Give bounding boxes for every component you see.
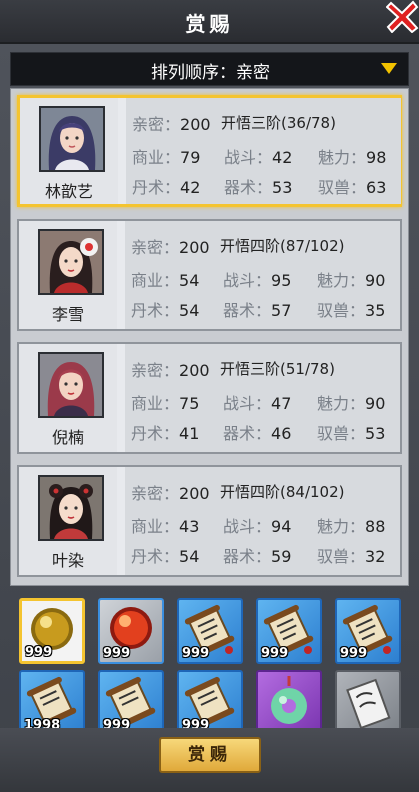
stat-combat: 战斗：47 (223, 394, 292, 413)
stat-alchemy: 丹术：41 (131, 424, 200, 443)
stat-combat: 战斗：95 (223, 271, 292, 290)
stat-beast-taming: 驭兽：63 (318, 178, 387, 197)
sort-dropdown[interactable]: 排列顺序：亲密 (10, 52, 409, 86)
stat-alchemy: 丹术：54 (131, 301, 200, 320)
stat-commerce: 商业：75 (131, 394, 200, 413)
item-count: 999 (103, 646, 131, 661)
gift-item-slot[interactable]: 999 (177, 598, 243, 664)
gift-item-slot[interactable]: 999 (19, 598, 85, 664)
enlightenment-stage: 开悟三阶(36/78) (221, 114, 336, 132)
intimacy-stat: 亲密：200 (132, 115, 211, 134)
character-name: 林歆艺 (44, 182, 93, 201)
paper-scroll-icon (346, 678, 391, 730)
character-identity: 李雪 (19, 221, 117, 329)
reward-button[interactable]: 赏赐 (159, 737, 261, 773)
stat-beast-taming: 驭兽：53 (317, 424, 386, 443)
character-name: 李雪 (51, 305, 84, 324)
gift-item-slot[interactable]: 999 (98, 598, 164, 664)
stat-commerce: 商业：79 (132, 148, 201, 167)
gift-item-slot[interactable]: 1998 (19, 670, 85, 736)
intimacy-stat: 亲密：200 (131, 361, 210, 380)
item-count: 999 (182, 646, 210, 661)
gift-item-slot[interactable]: 999 (177, 670, 243, 736)
stat-crafting: 器术：53 (224, 178, 293, 197)
character-portrait (38, 475, 104, 541)
character-name: 叶染 (51, 551, 84, 570)
stat-crafting: 器术：57 (223, 301, 292, 320)
intimacy-stat: 亲密：200 (131, 484, 210, 503)
character-list[interactable]: 林歆艺 亲密：200 开悟三阶(36/78) 商业：79 战斗：42 魅力：98… (10, 88, 409, 586)
character-card[interactable]: 林歆艺 亲密：200 开悟三阶(36/78) 商业：79 战斗：42 魅力：98… (17, 95, 402, 207)
character-card[interactable]: 倪楠 亲密：200 开悟三阶(51/78) 商业：75 战斗：47 魅力：90 … (17, 342, 402, 454)
stat-crafting: 器术：46 (223, 424, 292, 443)
item-count: 999 (25, 645, 53, 660)
stat-alchemy: 丹术：42 (132, 178, 201, 197)
character-name: 倪楠 (51, 428, 84, 447)
dialog-title: 赏赐 (185, 12, 234, 36)
character-stats: 亲密：200 开悟三阶(51/78) 商业：75 战斗：47 魅力：90 丹术：… (125, 344, 400, 452)
dropdown-arrow-icon (381, 63, 397, 74)
character-portrait (38, 352, 104, 418)
character-stats: 亲密：200 开悟四阶(87/102) 商业：54 战斗：95 魅力：90 丹术… (125, 221, 400, 329)
reward-dialog: 赏赐 排列顺序：亲密 林歆艺 亲密：200 开悟三阶(36/78) 商业：79 … (0, 0, 419, 792)
character-stats: 亲密：200 开悟三阶(36/78) 商业：79 战斗：42 魅力：98 丹术：… (126, 98, 401, 204)
enlightenment-stage: 开悟三阶(51/78) (220, 360, 335, 378)
stat-commerce: 商业：54 (131, 271, 200, 290)
stat-crafting: 器术：59 (223, 547, 292, 566)
sort-label: 排列顺序：亲密 (151, 63, 270, 83)
dialog-header: 赏赐 (0, 0, 419, 44)
character-card[interactable]: 李雪 亲密：200 开悟四阶(87/102) 商业：54 战斗：95 魅力：90… (17, 219, 402, 331)
close-icon[interactable] (386, 0, 419, 33)
gift-item-slot[interactable]: 999 (335, 598, 401, 664)
stat-charm: 魅力：88 (317, 517, 386, 536)
character-identity: 叶染 (19, 467, 117, 575)
gift-item-slot[interactable]: 999 (98, 670, 164, 736)
stat-alchemy: 丹术：54 (131, 547, 200, 566)
character-card[interactable]: 叶染 亲密：200 开悟四阶(84/102) 商业：43 战斗：94 魅力：88… (17, 465, 402, 577)
stat-commerce: 商业：43 (131, 517, 200, 536)
gift-item-slot[interactable] (335, 670, 401, 736)
character-stats: 亲密：200 开悟四阶(84/102) 商业：43 战斗：94 魅力：88 丹术… (125, 467, 400, 575)
stat-beast-taming: 驭兽：32 (317, 547, 386, 566)
stat-charm: 魅力：90 (317, 394, 386, 413)
stat-charm: 魅力：98 (318, 148, 387, 167)
character-portrait (39, 106, 105, 172)
character-identity: 倪楠 (19, 344, 117, 452)
gift-items-grid[interactable]: 999 999 999 999 999 1998 999 999 (10, 590, 409, 736)
enlightenment-stage: 开悟四阶(84/102) (220, 483, 345, 501)
character-identity: 林歆艺 (20, 98, 118, 204)
stat-combat: 战斗：94 (223, 517, 292, 536)
gift-item-slot[interactable] (256, 670, 322, 736)
gift-item-slot[interactable]: 999 (256, 598, 322, 664)
stat-beast-taming: 驭兽：35 (317, 301, 386, 320)
stat-charm: 魅力：90 (317, 271, 386, 290)
item-count: 999 (261, 646, 289, 661)
character-portrait (38, 229, 104, 295)
enlightenment-stage: 开悟四阶(87/102) (220, 237, 345, 255)
intimacy-stat: 亲密：200 (131, 238, 210, 257)
item-count: 999 (340, 646, 368, 661)
stat-combat: 战斗：42 (224, 148, 293, 167)
jade-pendant-icon (271, 676, 307, 724)
